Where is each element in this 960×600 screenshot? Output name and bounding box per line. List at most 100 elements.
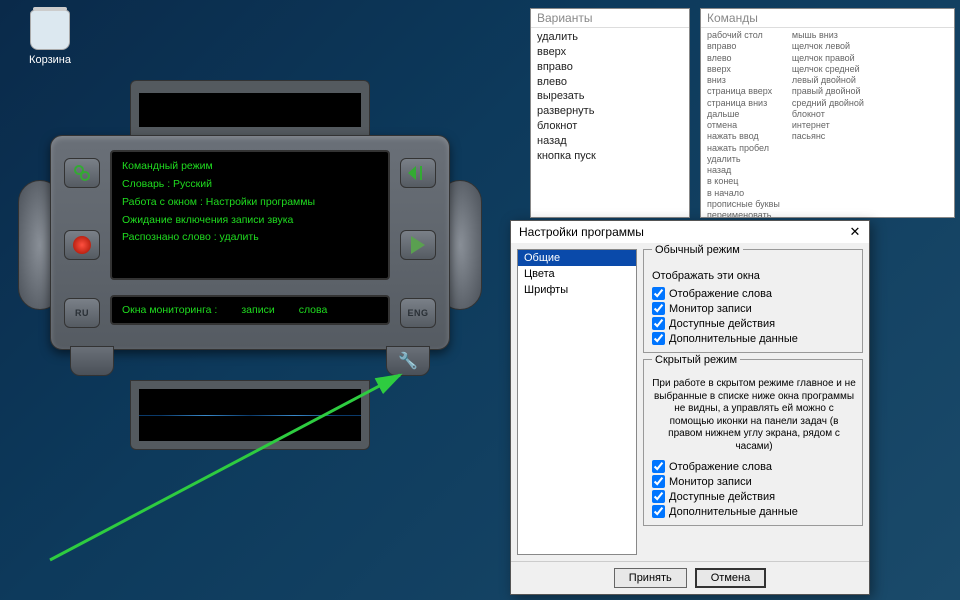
command-item[interactable]: дальше [707,109,780,120]
tab-colors[interactable]: Цвета [518,266,636,282]
checkbox-label: Монитор записи [669,476,752,488]
command-item[interactable]: страница вниз [707,98,780,109]
screen-line: Ожидание включения записи звука [122,212,378,230]
command-item[interactable]: правый двойной [792,86,864,97]
recycle-bin[interactable]: Корзина [20,10,80,66]
lang-ru-button[interactable]: RU [64,298,100,328]
group-normal-mode: Обычный режим Отображать эти окна Отобра… [643,249,863,353]
variant-item[interactable]: назад [537,134,683,149]
command-item[interactable]: нажать пробел [707,143,780,154]
variant-item[interactable]: блокнот [537,119,683,134]
command-item[interactable]: щелчок левой [792,41,864,52]
variant-item[interactable]: вырезать [537,89,683,104]
checkbox-label: Монитор записи [669,303,752,315]
screen-line: Словарь : Русский [122,176,378,194]
variant-item[interactable]: вправо [537,60,683,75]
normal-checkbox-1[interactable] [652,302,665,315]
waveform-slot [130,380,370,450]
command-item[interactable]: рабочий стол [707,30,780,41]
commands-col2: мышь внизщелчок левойщелчок правойщелчок… [792,30,864,218]
tab-fonts[interactable]: Шрифты [518,282,636,298]
commands-header: Команды [701,9,954,28]
device-top-slot [130,80,370,140]
normal-checkbox-0[interactable] [652,287,665,300]
variant-item[interactable]: кнопка пуск [537,149,683,164]
commands-col1: рабочий столвправовлевовверхвнизстраница… [707,30,780,218]
skip-button[interactable] [400,158,436,188]
group-hidden-legend: Скрытый режим [652,354,740,366]
checkbox-row: Монитор записи [652,474,856,489]
settings-button[interactable] [64,158,100,188]
close-button[interactable]: ✕ [845,224,865,240]
command-item[interactable]: пасьянс [792,131,864,142]
group-normal-sub: Отображать эти окна [652,270,856,282]
device-tab-left[interactable] [70,346,114,376]
tools-button[interactable]: 🔧 [386,346,430,376]
checkbox-label: Дополнительные данные [669,506,798,518]
hidden-checkbox-3[interactable] [652,505,665,518]
monitor-word: слова [299,304,328,316]
dialog-title: Настройки программы [519,225,644,239]
command-item[interactable]: переименовать [707,210,780,218]
commands-panel: Команды рабочий столвправовлевовверхвниз… [700,8,955,218]
command-item[interactable]: вверх [707,64,780,75]
device-monitor-bar: Окна мониторинга : записи слова [110,295,390,325]
hidden-description: При работе в скрытом режиме главное и не… [652,378,856,453]
variants-header: Варианты [531,9,689,28]
normal-checkbox-2[interactable] [652,317,665,330]
variant-item[interactable]: вверх [537,45,683,60]
record-button[interactable] [64,230,100,260]
checkbox-label: Отображение слова [669,461,772,473]
monitor-label: Окна мониторинга : [122,304,217,316]
screen-line: Распознано слово : удалить [122,229,378,247]
variant-item[interactable]: развернуть [537,104,683,119]
command-item[interactable]: в конец [707,176,780,187]
command-item[interactable]: назад [707,165,780,176]
variant-item[interactable]: удалить [537,30,683,45]
command-item[interactable]: щелчок правой [792,53,864,64]
settings-dialog: Настройки программы ✕ Общие Цвета Шрифты… [510,220,870,595]
command-item[interactable]: вправо [707,41,780,52]
wrench-icon: 🔧 [398,351,418,371]
command-item[interactable]: влево [707,53,780,64]
record-icon [73,236,91,254]
command-item[interactable]: блокнот [792,109,864,120]
device-screen: Командный режим Словарь : Русский Работа… [110,150,390,280]
normal-checkbox-3[interactable] [652,332,665,345]
checkbox-label: Отображение слова [669,288,772,300]
command-item[interactable]: средний двойной [792,98,864,109]
checkbox-row: Отображение слова [652,286,856,301]
command-item[interactable]: мышь вниз [792,30,864,41]
waveform-icon [139,389,361,441]
checkbox-label: Доступные действия [669,491,775,503]
command-item[interactable]: прописные буквы [707,199,780,210]
hidden-checkbox-0[interactable] [652,460,665,473]
command-item[interactable]: нажать ввод [707,131,780,142]
command-item[interactable]: щелчок средней [792,64,864,75]
trash-icon [30,10,70,50]
command-item[interactable]: интернет [792,120,864,131]
checkbox-row: Дополнительные данные [652,504,856,519]
command-item[interactable]: страница вверх [707,86,780,97]
screen-line: Работа с окном : Настройки программы [122,194,378,212]
command-item[interactable]: в начало [707,188,780,199]
ok-button[interactable]: Принять [614,568,687,588]
variant-item[interactable]: влево [537,75,683,90]
tab-general[interactable]: Общие [518,250,636,266]
hidden-checkbox-1[interactable] [652,475,665,488]
hidden-checkbox-2[interactable] [652,490,665,503]
command-item[interactable]: левый двойной [792,75,864,86]
command-item[interactable]: удалить [707,154,780,165]
dialog-titlebar[interactable]: Настройки программы ✕ [511,221,869,243]
ru-label: RU [75,308,89,318]
checkbox-row: Отображение слова [652,459,856,474]
checkbox-label: Дополнительные данные [669,333,798,345]
variants-list: удалитьвверхвправовлевовырезатьразвернут… [531,28,689,166]
cancel-button[interactable]: Отмена [695,568,766,588]
eng-label: ENG [407,308,428,318]
variants-panel: Варианты удалитьвверхвправовлевовырезать… [530,8,690,218]
lang-eng-button[interactable]: ENG [400,298,436,328]
command-item[interactable]: вниз [707,75,780,86]
play-button[interactable] [400,230,436,260]
command-item[interactable]: отмена [707,120,780,131]
